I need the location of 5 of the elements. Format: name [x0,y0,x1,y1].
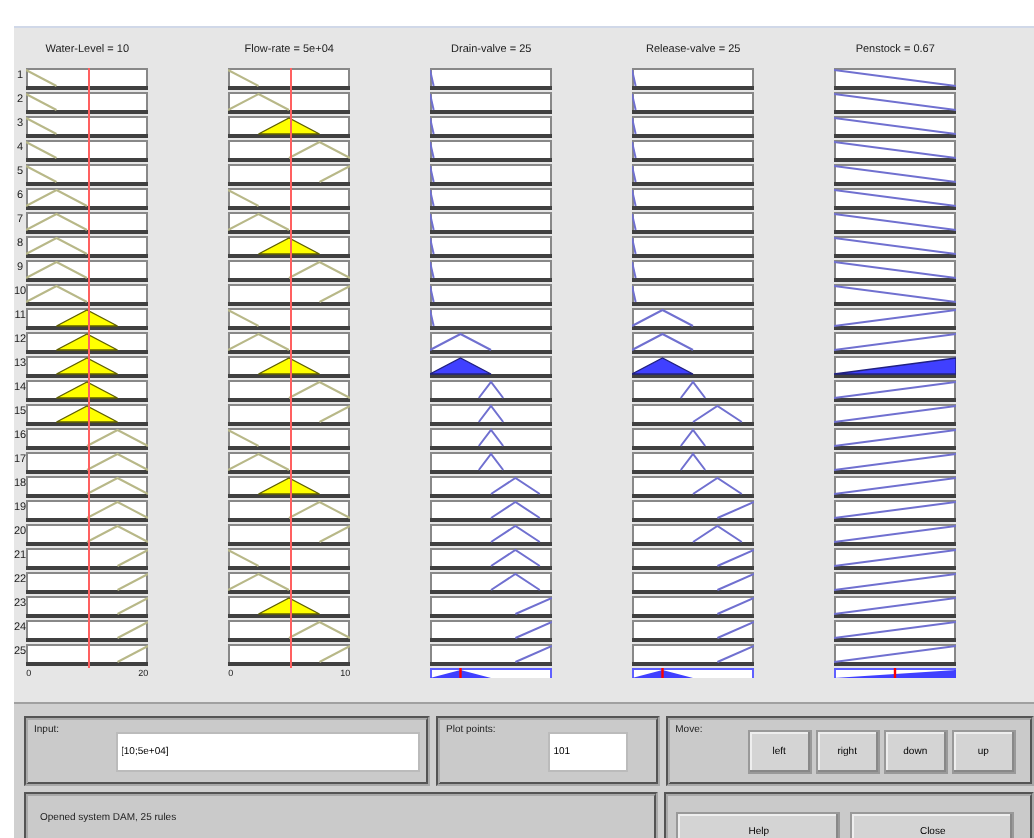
input-marker-line[interactable] [289,68,292,668]
output-marker [459,668,462,678]
input-marker-line[interactable] [87,68,90,668]
output-marker [894,668,897,678]
output-marker [661,668,664,678]
